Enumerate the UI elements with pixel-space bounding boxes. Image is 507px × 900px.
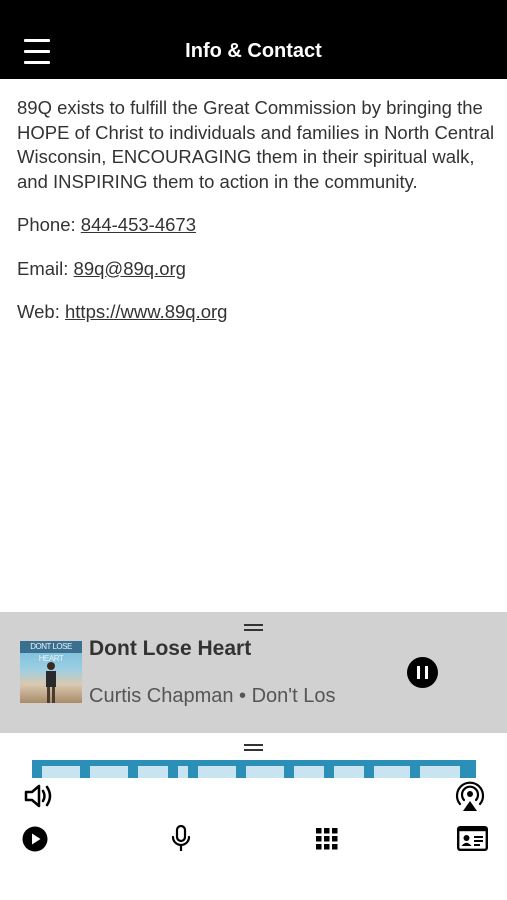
contact-card-icon[interactable] <box>457 826 488 851</box>
expanded-drag-handle[interactable] <box>244 744 263 751</box>
banner-artwork <box>32 760 476 778</box>
airplay-icon[interactable] <box>454 780 486 812</box>
album-art: DONT LOSE HEART <box>20 641 82 703</box>
album-art-figure <box>46 662 56 703</box>
grid-icon[interactable] <box>316 828 338 850</box>
album-art-title: DONT LOSE HEART <box>20 641 82 663</box>
volume-icon[interactable] <box>24 782 54 810</box>
phone-link[interactable]: 844-453-4673 <box>81 214 196 235</box>
phone-label: Phone: <box>17 214 76 235</box>
album-banner <box>32 760 476 778</box>
phone-row: Phone: 844-453-4673 <box>17 213 495 238</box>
microphone-icon[interactable] <box>170 825 192 853</box>
song-title: Dont Lose Heart <box>89 637 252 660</box>
pause-icon[interactable] <box>407 657 438 688</box>
station-description: 89Q exists to fulfill the Great Commissi… <box>17 97 495 192</box>
app-header: Info & Contact <box>0 0 507 79</box>
play-icon[interactable] <box>22 826 48 852</box>
web-row: Web: https://www.89q.org <box>17 300 495 325</box>
email-link[interactable]: 89q@89q.org <box>74 258 186 279</box>
player-drag-handle[interactable] <box>244 624 263 631</box>
song-artist-album: Curtis Chapman • Don't Los <box>89 685 336 707</box>
email-label: Email: <box>17 257 69 279</box>
info-content: 89Q exists to fulfill the Great Commissi… <box>17 96 495 344</box>
email-row: Email: 89q@89q.org <box>17 257 495 282</box>
web-link[interactable]: https://www.89q.org <box>65 301 227 322</box>
page-title: Info & Contact <box>185 40 322 62</box>
web-label: Web: <box>17 301 60 322</box>
